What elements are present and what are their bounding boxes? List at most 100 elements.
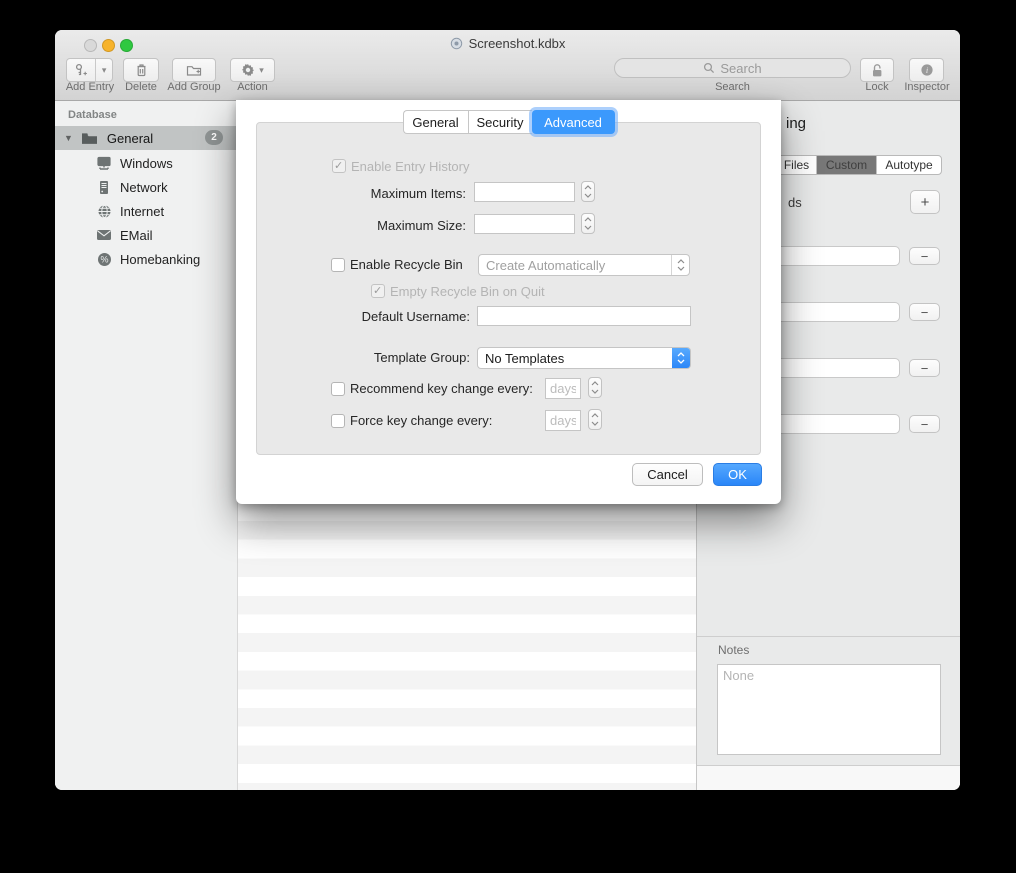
force-key-change-checkbox[interactable] bbox=[331, 414, 345, 428]
search-placeholder: Search bbox=[720, 61, 761, 76]
disclosure-triangle-icon[interactable]: ▼ bbox=[64, 133, 73, 143]
remove-custom-field-button[interactable]: − bbox=[909, 415, 940, 433]
chevron-down-icon bbox=[584, 225, 592, 230]
chevron-down-icon bbox=[584, 193, 592, 198]
add-group-label: Add Group bbox=[163, 81, 225, 93]
maximum-size-stepper[interactable] bbox=[581, 213, 595, 234]
recommend-days-stepper[interactable] bbox=[588, 377, 602, 398]
sidebar-item-internet[interactable]: Internet bbox=[55, 199, 237, 223]
add-group-button[interactable] bbox=[172, 58, 216, 82]
popup-value: No Templates bbox=[478, 351, 672, 366]
inspector-footer bbox=[697, 766, 960, 790]
homebanking-icon: % bbox=[96, 251, 112, 267]
add-entry-label: Add Entry bbox=[61, 81, 119, 93]
inspector-entry-title: ing bbox=[786, 115, 806, 132]
maximum-size-input[interactable] bbox=[474, 214, 575, 234]
tab-general[interactable]: General bbox=[403, 110, 468, 134]
network-icon bbox=[96, 179, 112, 195]
cancel-button[interactable]: Cancel bbox=[632, 463, 703, 486]
search-input[interactable]: Search bbox=[614, 58, 851, 78]
chevron-down-icon[interactable]: ▾ bbox=[96, 66, 112, 75]
chevron-up-icon bbox=[591, 413, 599, 418]
action-button[interactable]: ▾ bbox=[230, 58, 275, 82]
remove-custom-field-button[interactable]: − bbox=[909, 303, 940, 321]
key-plus-icon bbox=[67, 63, 95, 77]
entry-count-badge: 2 bbox=[205, 130, 223, 145]
sidebar-item-email[interactable]: EMail bbox=[55, 223, 237, 247]
empty-recycle-bin-checkbox[interactable] bbox=[371, 284, 385, 298]
default-username-label: Default Username: bbox=[236, 309, 470, 324]
popup-arrows-icon bbox=[671, 255, 689, 275]
info-icon: i bbox=[920, 63, 934, 77]
sidebar-item-windows[interactable]: Windows bbox=[55, 151, 237, 175]
sidebar-item-label: Homebanking bbox=[120, 252, 200, 267]
sidebar-item-label: Windows bbox=[120, 156, 173, 171]
template-group-label: Template Group: bbox=[236, 350, 470, 365]
remove-custom-field-button[interactable]: − bbox=[909, 247, 940, 265]
add-entry-button[interactable]: ▾ bbox=[66, 58, 113, 82]
maximum-items-stepper[interactable] bbox=[581, 181, 595, 202]
lock-label: Lock bbox=[854, 81, 900, 93]
sidebar-item-network[interactable]: Network bbox=[55, 175, 237, 199]
window-title: Screenshot.kdbx bbox=[469, 36, 566, 51]
titlebar: Screenshot.kdbx bbox=[55, 35, 960, 51]
database-settings-dialog: General Security Advanced Enable Entry H… bbox=[236, 100, 781, 504]
sidebar-item-general[interactable]: ▼ General 2 bbox=[55, 126, 237, 150]
lock-button[interactable] bbox=[860, 58, 894, 82]
trash-icon bbox=[135, 63, 148, 77]
default-username-input[interactable] bbox=[477, 306, 691, 326]
force-key-change-label: Force key change every: bbox=[350, 413, 492, 428]
popup-arrows-icon bbox=[672, 348, 690, 368]
chevron-up-icon bbox=[584, 185, 592, 190]
folder-icon bbox=[81, 132, 98, 145]
recommend-key-change-label: Recommend key change every: bbox=[350, 381, 533, 396]
inspector-tab-bar: Files Custom Autotype bbox=[776, 155, 942, 175]
tab-files[interactable]: Files bbox=[777, 156, 817, 174]
force-days-input[interactable] bbox=[545, 410, 581, 431]
delete-label: Delete bbox=[121, 81, 161, 93]
inspector-button[interactable]: i bbox=[909, 58, 944, 82]
window-header: Screenshot.kdbx ▾ Add Entry Delete bbox=[55, 30, 960, 101]
notes-label: Notes bbox=[718, 643, 749, 657]
ok-button[interactable]: OK bbox=[713, 463, 762, 486]
sidebar-item-label: Network bbox=[120, 180, 168, 195]
maximum-items-label: Maximum Items: bbox=[236, 186, 466, 201]
svg-text:%: % bbox=[100, 254, 108, 264]
popup-value: Create Automatically bbox=[479, 258, 671, 273]
add-custom-field-button[interactable]: + bbox=[910, 190, 940, 214]
enable-recycle-bin-label: Enable Recycle Bin bbox=[350, 257, 463, 272]
action-label: Action bbox=[230, 81, 275, 93]
tab-advanced[interactable]: Advanced bbox=[532, 110, 615, 134]
template-group-popup[interactable]: No Templates bbox=[477, 347, 691, 369]
email-icon bbox=[96, 227, 112, 243]
recommend-days-input[interactable] bbox=[545, 378, 581, 399]
tab-security[interactable]: Security bbox=[468, 110, 532, 134]
force-days-stepper[interactable] bbox=[588, 409, 602, 430]
sidebar-item-homebanking[interactable]: % Homebanking bbox=[55, 247, 237, 271]
tab-custom[interactable]: Custom bbox=[817, 156, 877, 174]
recycle-bin-mode-popup[interactable]: Create Automatically bbox=[478, 254, 690, 276]
folder-plus-icon bbox=[186, 64, 202, 77]
tab-autotype[interactable]: Autotype bbox=[877, 156, 941, 174]
enable-entry-history-checkbox[interactable] bbox=[332, 159, 346, 173]
sidebar-item-label: General bbox=[107, 131, 153, 146]
divider bbox=[697, 636, 960, 637]
maximum-items-input[interactable] bbox=[474, 182, 575, 202]
search-icon bbox=[703, 62, 715, 74]
chevron-down-icon bbox=[591, 389, 599, 394]
notes-textarea[interactable] bbox=[717, 664, 941, 755]
recommend-key-change-checkbox[interactable] bbox=[331, 382, 345, 396]
delete-button[interactable] bbox=[123, 58, 159, 82]
custom-fields-label: ds bbox=[788, 195, 802, 210]
dialog-tab-bar: General Security Advanced bbox=[236, 110, 781, 134]
chevron-up-icon bbox=[591, 381, 599, 386]
maximum-size-label: Maximum Size: bbox=[236, 218, 466, 233]
chevron-up-icon bbox=[584, 217, 592, 222]
chevron-down-icon bbox=[591, 421, 599, 426]
search-label: Search bbox=[614, 81, 851, 93]
empty-recycle-bin-label: Empty Recycle Bin on Quit bbox=[390, 284, 545, 299]
unlock-icon bbox=[870, 63, 884, 78]
enable-recycle-bin-checkbox[interactable] bbox=[331, 258, 345, 272]
remove-custom-field-button[interactable]: − bbox=[909, 359, 940, 377]
app-window: Screenshot.kdbx ▾ Add Entry Delete bbox=[55, 30, 960, 790]
